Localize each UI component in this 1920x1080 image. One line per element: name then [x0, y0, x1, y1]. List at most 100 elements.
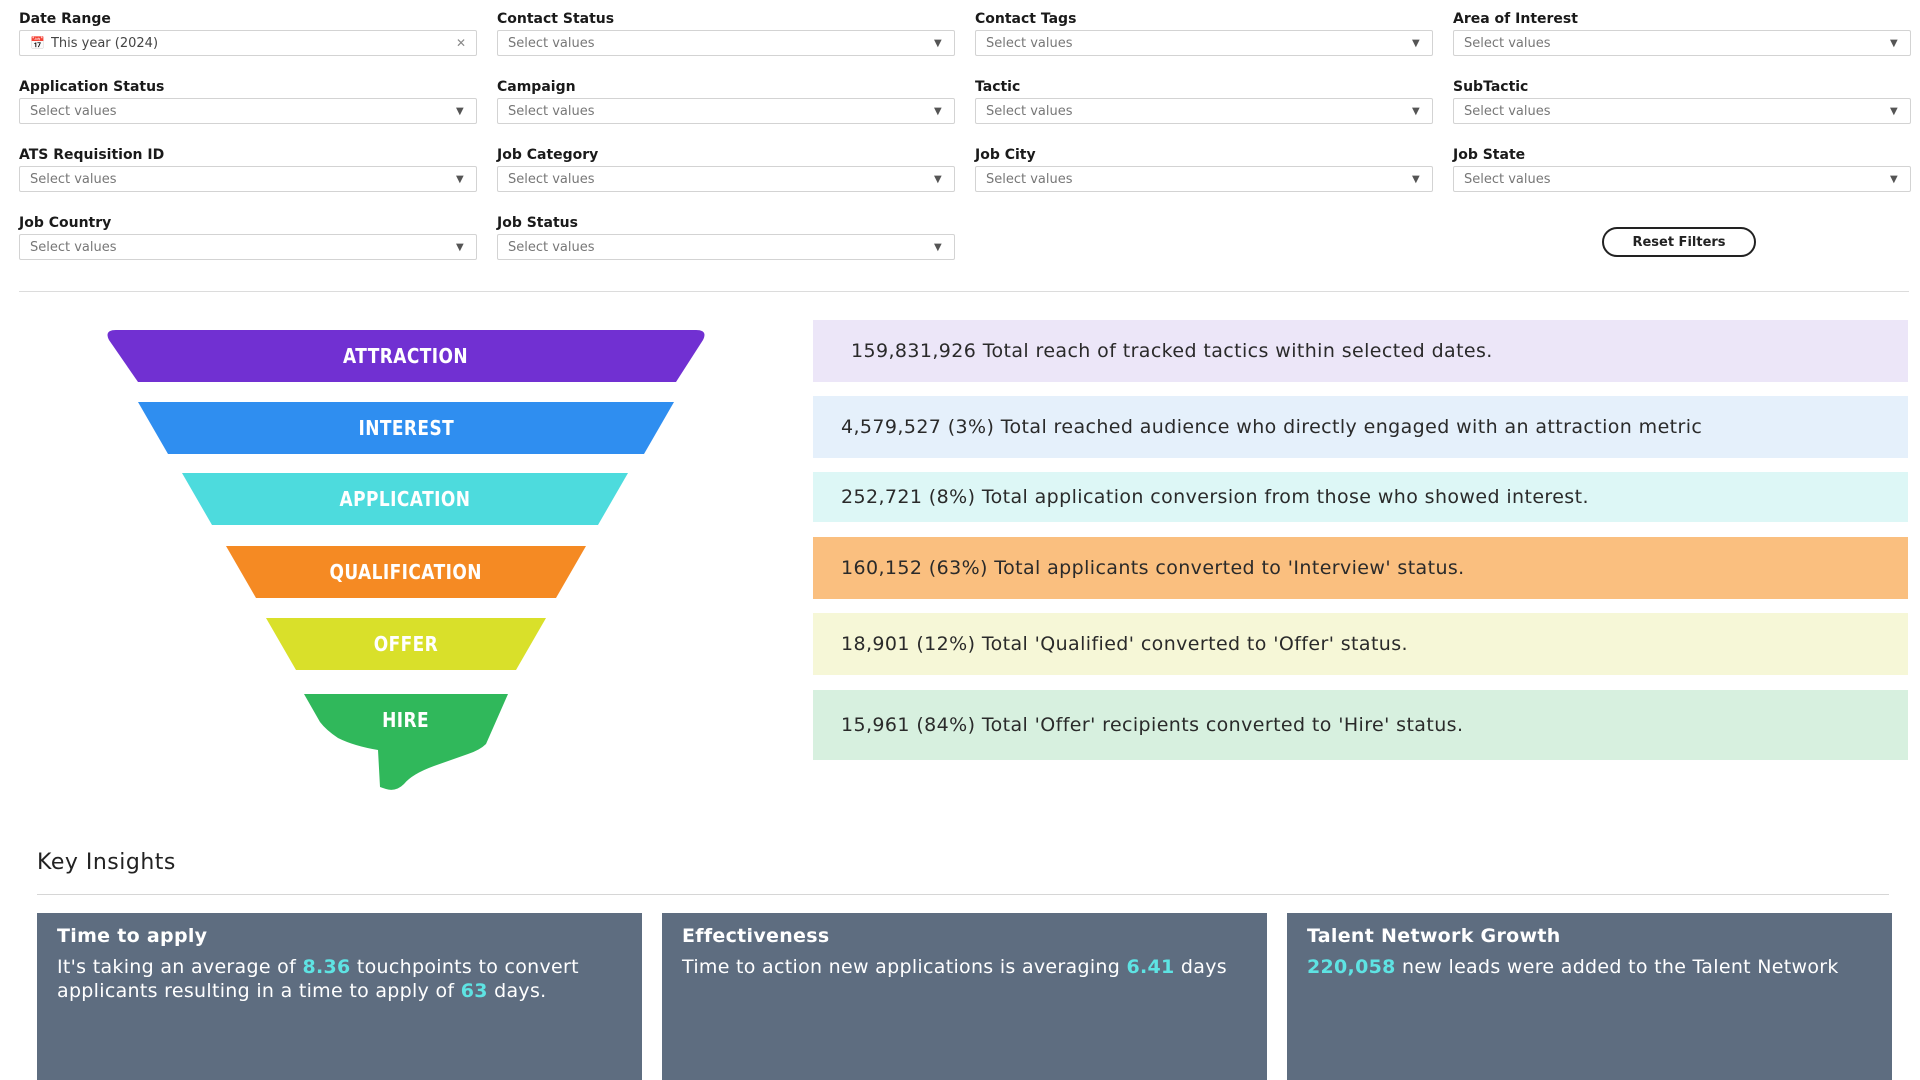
filter-date-range: Date Range 📅 This year (2024) ✕ — [19, 8, 477, 58]
filter-label: Job Country — [19, 215, 112, 231]
metric-row-hire: 15,961 (84%) Total 'Offer' recipients co… — [813, 690, 1908, 760]
filter-value: Select values — [30, 239, 117, 255]
application-status-select[interactable]: Select values ▼ — [19, 98, 477, 124]
filter-subtactic: SubTactic Select values ▼ — [1453, 76, 1911, 126]
chevron-down-icon: ▼ — [456, 106, 464, 117]
chevron-down-icon: ▼ — [1890, 174, 1898, 185]
contact-tags-select[interactable]: Select values ▼ — [975, 30, 1433, 56]
metric-text: 160,152 (63%) Total applicants converted… — [841, 557, 1465, 579]
filter-area-of-interest: Area of Interest Select values ▼ — [1453, 8, 1911, 58]
chevron-down-icon: ▼ — [934, 242, 942, 253]
filter-value: Select values — [30, 103, 117, 119]
job-status-select[interactable]: Select values ▼ — [497, 234, 955, 260]
job-city-select[interactable]: Select values ▼ — [975, 166, 1433, 192]
card-title: Talent Network Growth — [1307, 925, 1561, 947]
filter-tactic: Tactic Select values ▼ — [975, 76, 1433, 126]
metric-text: 18,901 (12%) Total 'Qualified' converted… — [841, 633, 1408, 655]
tactic-select[interactable]: Select values ▼ — [975, 98, 1433, 124]
filter-value: Select values — [508, 171, 595, 187]
metric-row-interest: 4,579,527 (3%) Total reached audience wh… — [813, 396, 1908, 458]
chevron-down-icon: ▼ — [934, 174, 942, 185]
filter-job-status: Job Status Select values ▼ — [497, 212, 955, 262]
calendar-icon: 📅 — [30, 36, 45, 50]
metric-row-qualification: 160,152 (63%) Total applicants converted… — [813, 537, 1908, 599]
filter-label: Date Range — [19, 11, 111, 27]
filter-campaign: Campaign Select values ▼ — [497, 76, 955, 126]
job-country-select[interactable]: Select values ▼ — [19, 234, 477, 260]
filter-label: Job State — [1453, 147, 1526, 163]
card-text: 220,058 new leads were added to the Tale… — [1307, 955, 1872, 979]
divider — [19, 291, 1909, 292]
filter-spacer — [975, 212, 1433, 262]
filter-value: Select values — [1464, 171, 1551, 187]
card-text: It's taking an average of 8.36 touchpoin… — [57, 955, 622, 1003]
chevron-down-icon: ▼ — [1412, 38, 1420, 49]
filter-label: SubTactic — [1453, 79, 1529, 95]
funnel-stage-offer: OFFER — [266, 618, 546, 670]
reset-filters-button[interactable]: Reset Filters — [1602, 227, 1756, 257]
job-category-select[interactable]: Select values ▼ — [497, 166, 955, 192]
filter-label: Campaign — [497, 79, 576, 95]
chevron-down-icon: ▼ — [456, 242, 464, 253]
filter-label: Contact Tags — [975, 11, 1077, 27]
chevron-down-icon: ▼ — [934, 106, 942, 117]
metric-text: 159,831,926 Total reach of tracked tacti… — [851, 340, 1493, 362]
filter-value: Select values — [508, 239, 595, 255]
campaign-select[interactable]: Select values ▼ — [497, 98, 955, 124]
funnel-label: OFFER — [373, 632, 439, 656]
highlight-value: 6.41 — [1126, 956, 1175, 978]
filter-value: Select values — [1464, 103, 1551, 119]
chevron-down-icon: ▼ — [1412, 106, 1420, 117]
clear-icon[interactable]: ✕ — [456, 36, 466, 50]
filter-value: Select values — [986, 171, 1073, 187]
filter-value: This year (2024) — [50, 35, 159, 51]
metric-text: 15,961 (84%) Total 'Offer' recipients co… — [841, 714, 1464, 736]
chevron-down-icon: ▼ — [1890, 106, 1898, 117]
funnel-stage-application: APPLICATION — [182, 473, 628, 525]
chevron-down-icon: ▼ — [456, 174, 464, 185]
metric-row-attraction: 159,831,926 Total reach of tracked tacti… — [813, 320, 1908, 382]
filter-panel: Date Range 📅 This year (2024) ✕ Contact … — [19, 8, 1911, 262]
filter-label: ATS Requisition ID — [19, 147, 165, 163]
filter-contact-tags: Contact Tags Select values ▼ — [975, 8, 1433, 58]
area-of-interest-select[interactable]: Select values ▼ — [1453, 30, 1911, 56]
highlight-value: 8.36 — [302, 956, 351, 978]
filter-label: Job City — [975, 147, 1036, 163]
filter-job-city: Job City Select values ▼ — [975, 144, 1433, 194]
card-text-part: It's taking an average of — [57, 956, 303, 978]
funnel-stage-qualification: QUALIFICATION — [226, 546, 586, 598]
insight-card-effectiveness: Effectiveness Time to action new applica… — [662, 913, 1267, 1080]
filter-job-category: Job Category Select values ▼ — [497, 144, 955, 194]
ats-requisition-id-select[interactable]: Select values ▼ — [19, 166, 477, 192]
filter-value: Select values — [1464, 35, 1551, 51]
funnel-stage-hire: HIRE — [304, 694, 508, 792]
funnel-chart: ATTRACTION INTEREST APPLICATION QUALIFIC… — [100, 325, 720, 795]
job-state-select[interactable]: Select values ▼ — [1453, 166, 1911, 192]
date-range-select[interactable]: 📅 This year (2024) ✕ — [19, 30, 477, 56]
insight-card-talent-network-growth: Talent Network Growth 220,058 new leads … — [1287, 913, 1892, 1080]
filter-value: Select values — [986, 103, 1073, 119]
filter-value: Select values — [508, 103, 595, 119]
filter-label: Job Status — [497, 215, 578, 231]
chevron-down-icon: ▼ — [1890, 38, 1898, 49]
funnel-stage-interest: INTEREST — [138, 402, 674, 454]
funnel-label: HIRE — [382, 708, 430, 732]
filter-value: Select values — [986, 35, 1073, 51]
filter-label: Tactic — [975, 79, 1021, 95]
filter-label: Job Category — [497, 147, 599, 163]
metric-text: 4,579,527 (3%) Total reached audience wh… — [841, 416, 1703, 438]
filter-contact-status: Contact Status Select values ▼ — [497, 8, 955, 58]
metric-row-application: 252,721 (8%) Total application conversio… — [813, 472, 1908, 522]
filter-value: Select values — [30, 171, 117, 187]
metric-row-offer: 18,901 (12%) Total 'Qualified' converted… — [813, 613, 1908, 675]
contact-status-select[interactable]: Select values ▼ — [497, 30, 955, 56]
card-text-part: days — [1174, 956, 1227, 978]
metric-text: 252,721 (8%) Total application conversio… — [841, 486, 1589, 508]
funnel-stage-attraction: ATTRACTION — [106, 330, 706, 382]
card-title: Effectiveness — [682, 925, 830, 947]
chevron-down-icon: ▼ — [934, 38, 942, 49]
funnel-label: APPLICATION — [339, 487, 471, 511]
filter-job-country: Job Country Select values ▼ — [19, 212, 477, 262]
card-text-part: days. — [487, 980, 547, 1002]
subtactic-select[interactable]: Select values ▼ — [1453, 98, 1911, 124]
